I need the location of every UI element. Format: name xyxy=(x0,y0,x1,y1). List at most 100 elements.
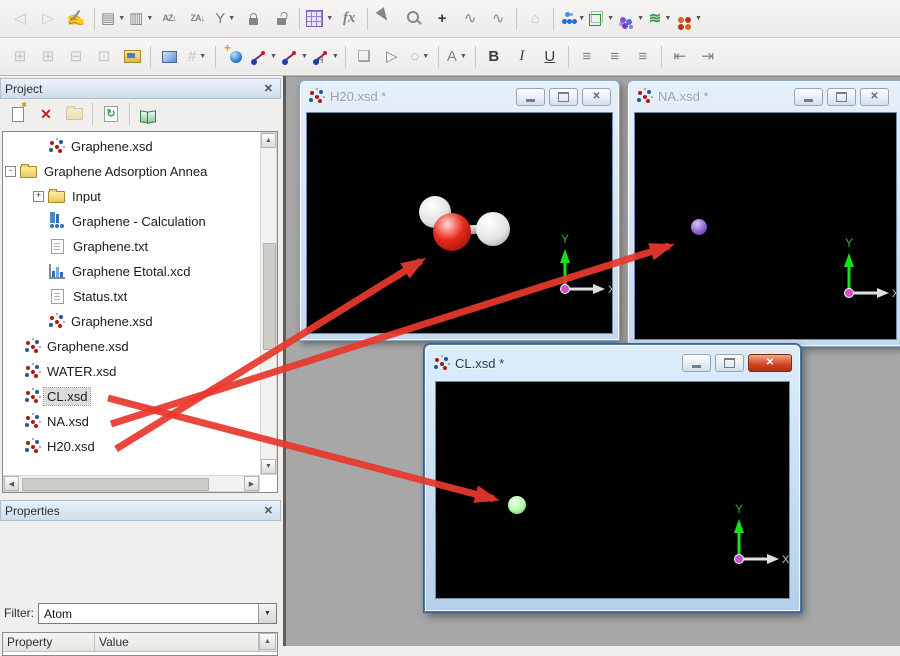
maximize-button[interactable] xyxy=(549,87,578,106)
lattice-view-dropdown-caret[interactable]: ▼ xyxy=(199,53,206,60)
sketch-bond-button[interactable]: ▼ xyxy=(248,43,279,71)
selection-pointer-button[interactable] xyxy=(372,5,400,33)
sort-descending-button[interactable]: ZA↓ xyxy=(183,5,211,33)
translate-tool-button[interactable]: + xyxy=(428,5,456,33)
maximize-button[interactable] xyxy=(827,87,856,106)
branch-filter-dropdown-caret[interactable]: ▼ xyxy=(228,15,235,22)
previous-view-button[interactable]: ◁ xyxy=(6,5,34,33)
chevron-down-icon[interactable]: ▼ xyxy=(258,604,276,623)
align-left-button[interactable]: ≡ xyxy=(573,43,601,71)
matrix-tool-button[interactable]: ▼ xyxy=(304,5,335,33)
scroll-up-icon[interactable]: ▲ xyxy=(261,133,276,148)
scroll-left-icon[interactable]: ◀ xyxy=(4,476,19,491)
next-view-button[interactable]: ▷ xyxy=(34,5,62,33)
tile-vertical-button[interactable]: ⊞ xyxy=(34,43,62,71)
collapse-icon[interactable]: - xyxy=(5,166,16,177)
add-atom-button[interactable] xyxy=(220,42,248,71)
new-folder-button[interactable] xyxy=(60,100,88,128)
tree-item-h2o-xsd[interactable]: H20.xsd xyxy=(3,434,259,459)
cascade-windows-button[interactable]: ⊟ xyxy=(62,43,90,71)
tree-item-cl-xsd[interactable]: CL.xsd xyxy=(3,384,259,409)
project-properties-button[interactable] xyxy=(118,43,146,71)
adjust-hydrogen-dropdown-caret[interactable]: ▼ xyxy=(332,53,339,60)
window-titlebar[interactable]: H20.xsd * ✕ xyxy=(300,81,619,112)
home-view-button[interactable]: ⌂ xyxy=(521,5,549,33)
hydrogen-atom[interactable] xyxy=(476,212,510,246)
tree-vertical-scrollbar[interactable]: ▲ ▼ xyxy=(260,132,277,475)
crystal-builder-dropdown-caret[interactable]: ▼ xyxy=(607,15,614,22)
underline-button[interactable]: U xyxy=(536,43,564,71)
tree-item-graphene-xsd[interactable]: Graphene.xsd xyxy=(3,134,259,159)
scroll-up-icon[interactable]: ▲ xyxy=(259,633,276,650)
document-view-button[interactable]: ▤ ▼ xyxy=(99,5,127,33)
sodium-atom[interactable] xyxy=(691,219,707,235)
tile-horizontal-button[interactable]: ⊞ xyxy=(6,43,34,71)
minimize-button[interactable] xyxy=(682,354,711,372)
branch-filter-button[interactable]: Y ▼ xyxy=(211,5,239,33)
matrix-tool-dropdown-caret[interactable]: ▼ xyxy=(326,15,333,22)
column-header-value[interactable]: Value xyxy=(95,633,259,651)
zoom-tool-button[interactable] xyxy=(400,5,428,33)
modules-button[interactable]: ▼ xyxy=(674,5,704,33)
indent-increase-button[interactable]: ⇥ xyxy=(694,43,722,71)
table-row[interactable]: Charge 0.000000 xyxy=(3,652,277,655)
3d-viewport[interactable]: Y X xyxy=(306,112,613,334)
tree-item-graphene-calculation[interactable]: Graphene - Calculation xyxy=(3,209,259,234)
align-center-button[interactable]: ≡ xyxy=(601,43,629,71)
tree-item-input[interactable]: + Input xyxy=(3,184,259,209)
sketch-fragment-button[interactable]: ▼ xyxy=(279,43,310,71)
document-view-dropdown-caret[interactable]: ▼ xyxy=(118,15,125,22)
font-color-button[interactable]: A ▼ xyxy=(443,43,471,71)
spectrum-shift-button[interactable]: ∿ xyxy=(484,5,512,33)
chart-view-button[interactable]: ▥ ▼ xyxy=(127,5,155,33)
lock-button[interactable] xyxy=(239,5,267,33)
polymer-builder-dropdown-caret[interactable]: ▼ xyxy=(637,15,644,22)
refresh-project-button[interactable]: ↻ xyxy=(97,100,125,128)
tree-item-status-txt[interactable]: Status.txt xyxy=(3,284,259,309)
display-style-button[interactable] xyxy=(155,43,183,71)
close-button[interactable]: ✕ xyxy=(582,87,611,106)
run-script-button[interactable]: ▷ xyxy=(378,43,406,71)
project-library-button[interactable] xyxy=(134,100,162,128)
amorphous-builder-dropdown-caret[interactable]: ▼ xyxy=(664,15,671,22)
3d-viewport[interactable]: Y X xyxy=(634,112,897,340)
italic-button[interactable]: I xyxy=(508,43,536,71)
sort-ascending-button[interactable]: AZ↓ xyxy=(155,5,183,33)
tree-horizontal-scrollbar[interactable]: ◀ ▶ xyxy=(3,475,260,492)
bold-button[interactable]: B xyxy=(480,43,508,71)
chart-view-dropdown-caret[interactable]: ▼ xyxy=(146,15,153,22)
tree-item-water-xsd[interactable]: WATER.xsd xyxy=(3,359,259,384)
sketch-tool-dropdown-caret[interactable]: ▼ xyxy=(578,15,585,22)
lasso-select-dropdown-caret[interactable]: ▼ xyxy=(422,53,429,60)
sketch-tool-button[interactable]: ▼ xyxy=(558,5,587,33)
window-titlebar[interactable]: CL.xsd * ✕ xyxy=(425,345,800,381)
sketch-bond-dropdown-caret[interactable]: ▼ xyxy=(270,53,277,60)
annotate-hand-button[interactable]: ✍ xyxy=(62,5,90,33)
split-window-button[interactable]: ⊡ xyxy=(90,43,118,71)
sketch-fragment-dropdown-caret[interactable]: ▼ xyxy=(301,53,308,60)
lattice-view-button[interactable]: # ▼ xyxy=(183,43,211,71)
scrollbar-thumb[interactable] xyxy=(22,478,209,491)
amorphous-builder-button[interactable]: ≋ ▼ xyxy=(646,5,674,33)
tree-item-graphene-xsd-2[interactable]: Graphene.xsd xyxy=(3,309,259,334)
tree-item-graphene-txt[interactable]: Graphene.txt xyxy=(3,234,259,259)
panel-splitter[interactable] xyxy=(283,76,286,646)
polymer-builder-button[interactable]: ▼ xyxy=(616,5,646,33)
scrollbar-thumb[interactable] xyxy=(263,243,276,350)
modules-dropdown-caret[interactable]: ▼ xyxy=(695,15,702,22)
tree-item-graphene-adsorption[interactable]: - Graphene Adsorption Annea xyxy=(3,159,259,184)
lock-open-button[interactable] xyxy=(267,5,295,33)
tree-item-graphene-xsd-3[interactable]: Graphene.xsd xyxy=(3,334,259,359)
spectrum-pick-button[interactable]: ∿ xyxy=(456,5,484,33)
chlorine-atom[interactable] xyxy=(508,496,526,514)
new-item-button[interactable] xyxy=(4,100,32,128)
align-right-button[interactable]: ≡ xyxy=(629,43,657,71)
maximize-button[interactable] xyxy=(715,354,744,372)
scroll-down-icon[interactable]: ▼ xyxy=(261,459,276,474)
minimize-button[interactable] xyxy=(794,87,823,106)
font-color-dropdown-caret[interactable]: ▼ xyxy=(460,53,467,60)
close-button[interactable]: ✕ xyxy=(748,354,792,372)
lasso-select-button[interactable]: ◌ ▼ xyxy=(406,43,434,71)
tree-item-na-xsd[interactable]: NA.xsd xyxy=(3,409,259,434)
crystal-builder-button[interactable]: ▼ xyxy=(587,5,616,33)
